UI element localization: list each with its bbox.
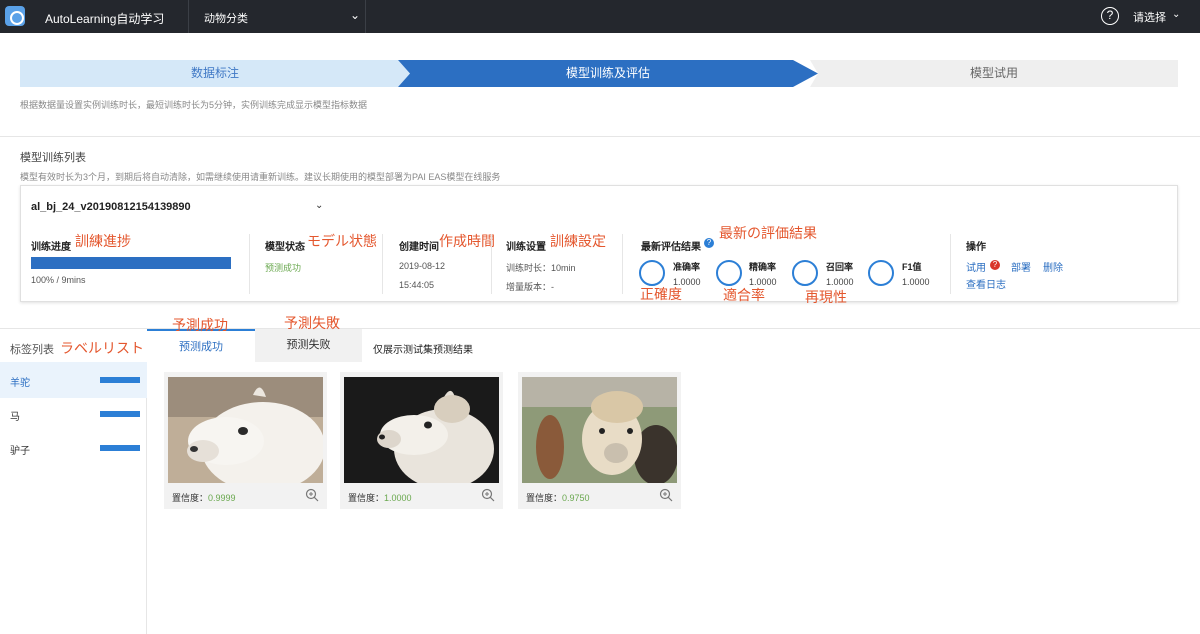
- alpaca-photo: [168, 377, 323, 483]
- confidence-label: 置信度：1.0000: [348, 493, 412, 503]
- label-count-bar: [100, 377, 140, 383]
- training-progress-fill: [31, 257, 231, 269]
- deploy-link[interactable]: 部署: [1011, 259, 1031, 274]
- result-card[interactable]: 置信度：0.9999: [164, 372, 327, 509]
- settings-label: 训练设置: [506, 242, 546, 253]
- divider: [382, 234, 383, 294]
- confidence-label: 置信度：0.9750: [526, 493, 590, 503]
- label-count-bar: [100, 445, 140, 451]
- model-list-title: 模型训练列表: [20, 152, 86, 164]
- confidence-label: 置信度：0.9999: [172, 493, 236, 503]
- created-time: 15:44:05: [399, 280, 435, 290]
- topbar-divider: [188, 0, 189, 33]
- workflow-steps: 数据标注 模型试用 模型训练及评估: [20, 60, 1178, 87]
- label-list-title: 标签列表: [10, 344, 54, 356]
- app-logo-icon[interactable]: [5, 6, 25, 26]
- topbar-divider: [365, 0, 366, 33]
- app-title[interactable]: AutoLearning自动学习: [45, 10, 164, 27]
- training-duration: 训练时长：10min: [506, 263, 576, 273]
- annotation-progress: 訓練進捗: [75, 233, 131, 249]
- step-model-trial[interactable]: 模型试用: [810, 60, 1178, 87]
- annotation-labels: ラベルリスト: [60, 340, 144, 356]
- zoom-in-icon[interactable]: [481, 488, 495, 502]
- chevron-down-icon[interactable]: ⌄: [350, 8, 360, 22]
- label-item-text: 羊驼: [10, 378, 30, 389]
- metric-name: F1值: [902, 262, 922, 272]
- annotation-tab-success: 予測成功: [172, 317, 228, 333]
- metric-ring-recall: [792, 260, 818, 286]
- confidence-value: 0.9999: [208, 493, 236, 503]
- step-model-training[interactable]: 模型训练及评估: [398, 60, 818, 87]
- project-select[interactable]: 动物分类: [204, 10, 248, 26]
- metric-name: 召回率: [826, 262, 854, 272]
- divider: [950, 234, 951, 294]
- model-card: al_bj_24_v20190812154139890 ⌄ 训练进度 訓練進捗 …: [20, 185, 1178, 305]
- label-item[interactable]: 羊驼: [0, 362, 147, 398]
- label-item[interactable]: 马: [0, 396, 147, 432]
- metric-ring-f1: [868, 260, 894, 286]
- annotation-eval: 最新の評価結果: [719, 225, 817, 241]
- delete-link[interactable]: 删除: [1043, 259, 1063, 274]
- metric-value: 1.0000: [902, 277, 930, 287]
- step-data-labeling[interactable]: 数据标注: [20, 60, 410, 87]
- info-icon[interactable]: ?: [704, 238, 714, 248]
- view-logs-link[interactable]: 查看日志: [966, 276, 1006, 291]
- training-hint: 根据数据量设置实例训练时长，最短训练时长为5分钟，实例训练完成显示模型指标数据: [20, 100, 368, 110]
- metric-value: 1.0000: [826, 277, 854, 287]
- confidence-value: 0.9750: [562, 493, 590, 503]
- training-progress-bar: [31, 257, 231, 269]
- zoom-in-icon[interactable]: [659, 488, 673, 502]
- chevron-down-icon[interactable]: ⌄: [315, 200, 323, 211]
- model-name[interactable]: al_bj_24_v20190812154139890: [31, 201, 191, 213]
- tab-prediction-fail[interactable]: 预测失败: [255, 329, 362, 362]
- label-item-text: 马: [10, 412, 20, 423]
- alert-icon[interactable]: ?: [990, 260, 1000, 270]
- chevron-down-icon[interactable]: ⌄: [1172, 9, 1180, 20]
- help-icon[interactable]: ?: [1101, 7, 1119, 25]
- divider: [0, 136, 1200, 137]
- divider: [622, 234, 623, 294]
- metric-name: 精确率: [749, 262, 777, 272]
- label-list: 羊驼 马 驴子: [0, 362, 147, 634]
- model-list-subtitle: 模型有效时长为3个月，到期后将自动清除，如需继续使用请重新训练。建议长期使用的模…: [20, 172, 501, 182]
- annotation-recall: 再現性: [805, 289, 847, 305]
- divider: [491, 234, 492, 294]
- annotation-tab-fail: 予測失敗: [284, 315, 340, 331]
- progress-label: 训练进度: [31, 242, 71, 253]
- metric-ring-accuracy: [639, 260, 665, 286]
- created-date: 2019-08-12: [399, 261, 446, 271]
- zoom-in-icon[interactable]: [305, 488, 319, 502]
- status-value: 预测成功: [265, 263, 302, 273]
- alpaca-photo: [344, 377, 499, 483]
- incremental-version: 增量版本：-: [506, 282, 554, 292]
- annotation-settings: 訓練設定: [550, 233, 606, 249]
- user-select[interactable]: 请选择: [1133, 9, 1166, 25]
- status-label: 模型状态: [265, 242, 305, 253]
- result-card[interactable]: 置信度：0.9750: [518, 372, 681, 509]
- annotation-status: モデル状態: [307, 233, 377, 249]
- created-label: 创建时间: [399, 242, 439, 253]
- label-item[interactable]: 驴子: [0, 430, 147, 466]
- label-count-bar: [100, 411, 140, 417]
- actions-label: 操作: [966, 242, 986, 253]
- annotation-precision: 適合率: [723, 287, 765, 303]
- metric-ring-precision: [716, 260, 742, 286]
- annotation-accuracy: 正確度: [640, 286, 682, 302]
- alpaca-photo: [522, 377, 677, 483]
- metric-name: 准确率: [673, 262, 701, 272]
- top-navigation-bar: AutoLearning自动学习 动物分类 ⌄ ? 请选择 ⌄: [0, 0, 1200, 33]
- divider: [249, 234, 250, 294]
- confidence-value: 1.0000: [384, 493, 412, 503]
- try-link[interactable]: 试用: [966, 259, 986, 274]
- label-item-text: 驴子: [10, 446, 30, 457]
- test-set-note: 仅展示测试集预测结果: [373, 345, 473, 356]
- result-card[interactable]: 置信度：1.0000: [340, 372, 503, 509]
- eval-label: 最新评估结果: [641, 242, 701, 253]
- progress-value: 100% / 9mins: [31, 275, 86, 285]
- annotation-created: 作成時間: [439, 233, 495, 249]
